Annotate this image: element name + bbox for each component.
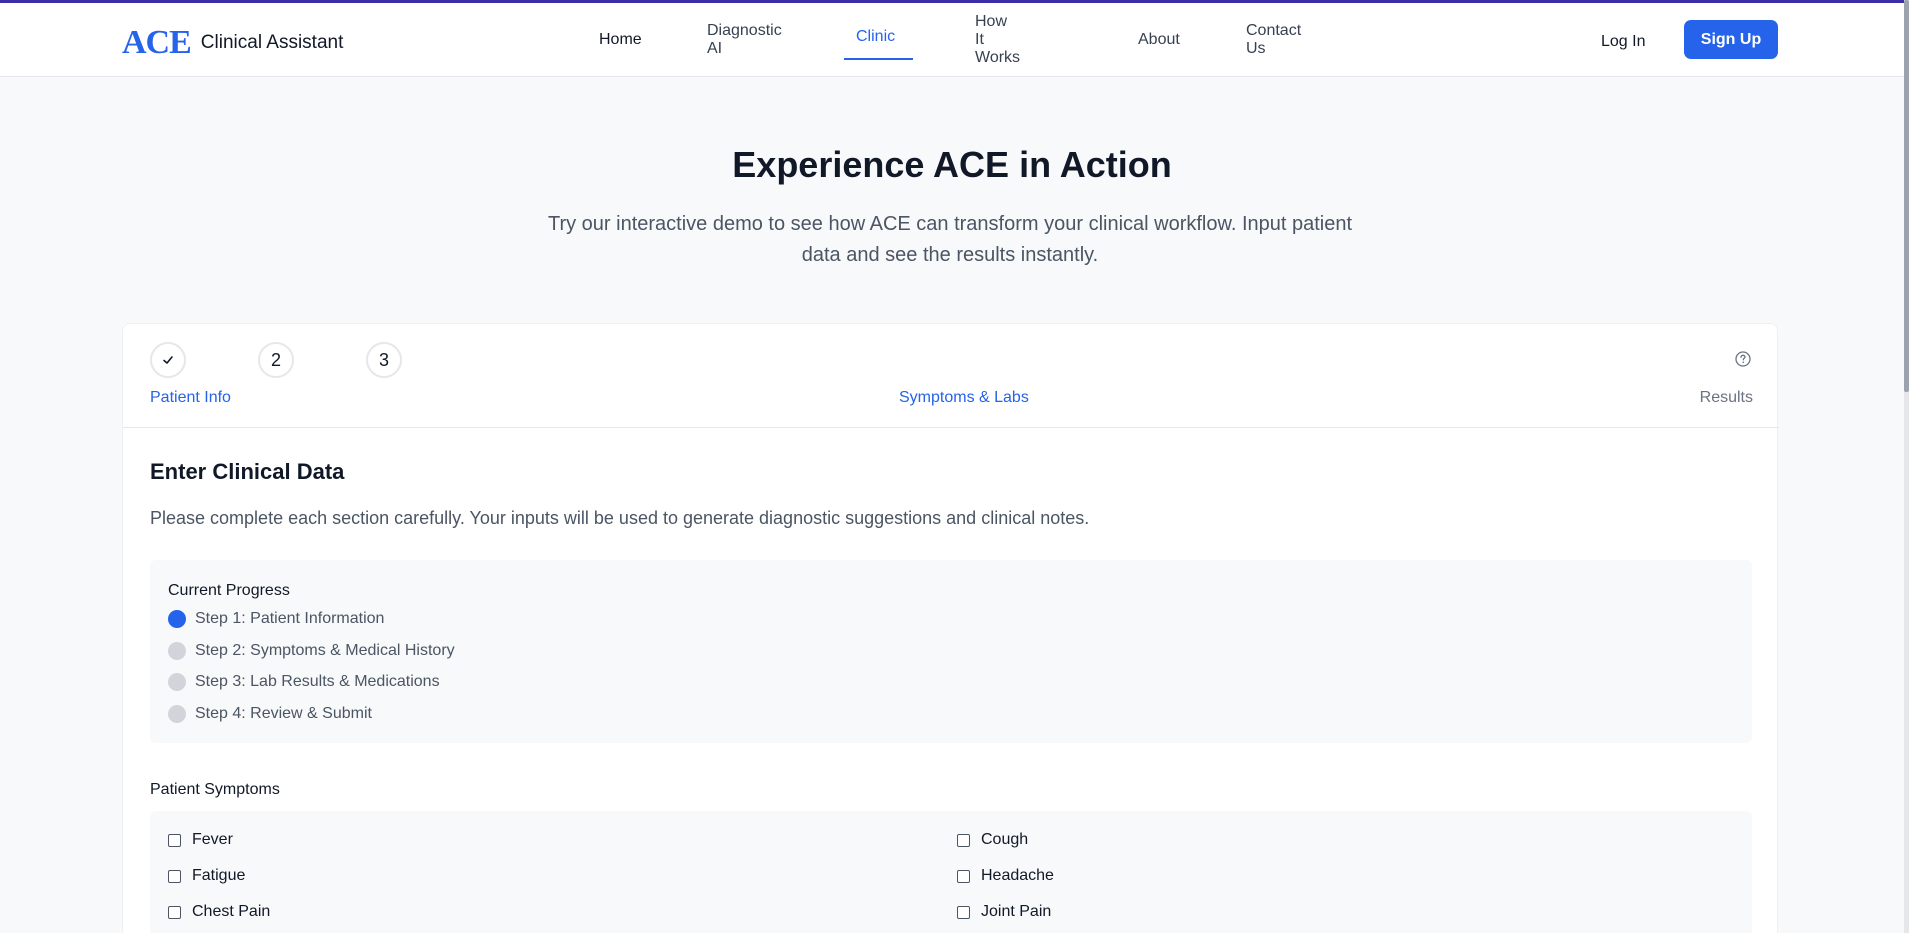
signup-button[interactable]: Sign Up [1684,20,1778,59]
symptom-fatigue[interactable]: Fatigue [168,867,245,885]
symptoms-panel: Fever Cough Fatigue Headache Chest Pain … [150,811,1752,933]
step-1-circle[interactable] [150,342,186,378]
checkbox[interactable] [168,869,181,883]
nav-home[interactable]: Home [599,3,642,77]
progress-dot [168,705,186,723]
symptom-chest-pain[interactable]: Chest Pain [168,903,270,921]
brand-name[interactable]: Clinical Assistant [201,23,344,63]
progress-dot [168,642,186,660]
symptom-headache[interactable]: Headache [957,867,1054,885]
nav-clinic[interactable]: Clinic [844,3,913,77]
progress-title: Current Progress [168,582,290,599]
hero-subtitle: Try our interactive demo to see how ACE … [547,213,1353,266]
section-title: Enter Clinical Data [150,459,345,484]
checkbox[interactable] [957,833,970,847]
stepper: 2 3 Patient Info Symptoms & Labs Results [123,324,1779,428]
hero-title: Experience ACE in Action [732,144,1172,185]
progress-step-4: Step 4: Review & Submit [168,705,372,723]
progress-dot-active [168,610,186,628]
active-nav-underline [844,58,913,60]
progress-step-3: Step 3: Lab Results & Medications [168,673,440,691]
progress-dot [168,673,186,691]
checkbox[interactable] [168,833,181,847]
question-circle-icon[interactable] [1734,350,1752,368]
checkbox[interactable] [957,869,970,883]
progress-step-1: Step 1: Patient Information [168,610,384,628]
step-label-patient-info[interactable]: Patient Info [150,388,231,408]
ace-logo[interactable]: ACE [122,23,192,63]
site-header: ACE Clinical Assistant Home Diagnostic A… [0,3,1904,77]
clinical-data-card: 2 3 Patient Info Symptoms & Labs Results… [122,323,1779,933]
progress-step-2: Step 2: Symptoms & Medical History [168,642,455,660]
step-3-circle[interactable]: 3 [366,342,402,378]
nav-diagnostic-ai[interactable]: Diagnostic AI [707,3,782,77]
brand[interactable]: ACE Clinical Assistant [122,23,343,63]
patient-symptoms-label: Patient Symptoms [150,781,280,798]
login-link[interactable]: Log In [1601,27,1645,57]
checkbox[interactable] [168,905,181,919]
page: ACE Clinical Assistant Home Diagnostic A… [0,0,1909,933]
symptom-fever[interactable]: Fever [168,831,233,849]
step-2-circle[interactable]: 2 [258,342,294,378]
section-description: Please complete each section carefully. … [150,508,1090,528]
symptom-cough[interactable]: Cough [957,831,1028,849]
step-label-results[interactable]: Results [1700,388,1753,408]
symptom-joint-pain[interactable]: Joint Pain [957,903,1051,921]
current-progress-panel: Current Progress Step 1: Patient Informa… [150,560,1752,743]
nav-about[interactable]: About [1138,3,1180,77]
nav-how-it-works[interactable]: How It Works [975,3,1020,77]
step-label-symptoms-labs[interactable]: Symptoms & Labs [899,388,1029,408]
page-scrollbar-thumb[interactable] [1904,0,1909,392]
check-icon [163,356,173,364]
checkbox[interactable] [957,905,970,919]
nav-contact-us[interactable]: Contact Us [1246,3,1301,77]
